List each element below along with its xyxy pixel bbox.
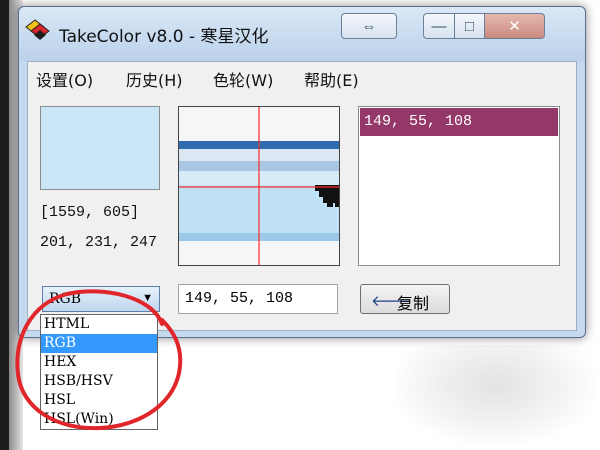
maximize-icon: □ [464,17,475,35]
color-value-field[interactable]: 149, 55, 108 [178,284,338,314]
picked-color-swatch [40,106,160,190]
format-dropdown-list[interactable]: HTML RGB HEX HSB/HSV HSL HSL(Win) [40,314,158,430]
minimize-icon: — [431,17,447,35]
client-area: 设置(O) 历史(H) 色轮(W) 帮助(E) [1559, 605] 201,… [27,61,577,331]
takecolor-window: TakeColor v8.0 - 寒星汉化 ⇔ — □ ✕ 设置(O) 历史(H… [18,6,586,338]
menu-color-wheel[interactable]: 色轮(W) [213,67,273,91]
app-logo-icon [25,19,50,40]
format-option-hex[interactable]: HEX [41,353,157,372]
format-option-hsl[interactable]: HSL [41,391,157,410]
desktop-background [395,345,595,445]
menu-bar: 设置(O) 历史(H) 色轮(W) 帮助(E) [28,62,576,92]
copy-button-label: 复制 [397,294,430,313]
format-option-rgb[interactable]: RGB [41,334,157,353]
maximize-button[interactable]: □ [455,13,485,39]
close-icon: ✕ [508,18,521,35]
format-option-html[interactable]: HTML [41,315,157,334]
menu-history[interactable]: 历史(H) [126,67,183,91]
format-select[interactable]: RGB ▼ [42,286,160,312]
chevron-down-icon: ▼ [142,292,153,304]
picked-rgb-value: 201, 231, 247 [40,234,158,251]
copy-button[interactable]: 🡐 复制 [360,284,450,314]
swap-arrows-button[interactable]: ⇔ [341,13,397,39]
cursor-coordinates: [1559, 605] [40,204,140,221]
minimize-button[interactable]: — [423,13,455,39]
history-list[interactable]: 149, 55, 108 [358,106,560,266]
history-item[interactable]: 149, 55, 108 [360,108,558,136]
format-option-hsl-win[interactable]: HSL(Win) [41,410,157,429]
close-button[interactable]: ✕ [485,13,545,39]
window-title: TakeColor v8.0 - 寒星汉化 [59,27,269,47]
desktop-edge [0,0,9,450]
menu-help[interactable]: 帮助(E) [304,67,359,91]
swap-arrows-icon: ⇔ [361,17,377,35]
magnifier-view [178,106,340,266]
title-bar[interactable]: TakeColor v8.0 - 寒星汉化 ⇔ — □ ✕ [19,7,585,61]
format-option-hsb-hsv[interactable]: HSB/HSV [41,372,157,391]
menu-settings[interactable]: 设置(O) [36,67,93,91]
format-selected-value: RGB [49,291,82,307]
